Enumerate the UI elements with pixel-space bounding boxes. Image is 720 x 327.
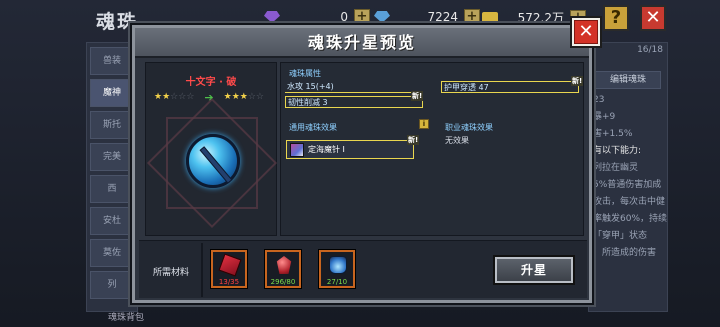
- general-effects-title: 通用魂珠效果: [289, 123, 337, 132]
- attributes-title: 魂珠属性: [289, 69, 321, 78]
- attribute-panel: 魂珠属性 水攻 15(+4) 护甲穿透 47 新! 韧性削减 3 新! 通用魂珠…: [280, 62, 584, 236]
- star-icon: ★: [154, 92, 163, 102]
- blue-crystal-icon: [374, 11, 390, 23]
- left-tab[interactable]: 莫佐: [90, 239, 134, 267]
- red-scroll-icon: [218, 253, 242, 277]
- wand-icon: [199, 146, 233, 184]
- class-effects-title: 职业魂珠效果: [445, 123, 493, 132]
- upgrade-preview-modal: 魂珠升星预览 十文字 · 破 ★ ★ ☆ ☆ ☆ ➔ ★ ★ ★ ☆ ☆ 魂珠属…: [130, 23, 594, 305]
- modal-close-button[interactable]: ✕: [570, 16, 602, 48]
- left-tab-list: 兽装 魔神 斯托 完美 西 安杜 莫佐 列: [86, 42, 138, 312]
- detail-line: 有以下能力:: [593, 146, 642, 156]
- info-badge-icon[interactable]: i: [419, 119, 429, 129]
- skill-icon: [290, 142, 304, 157]
- material-count: 296/80: [270, 278, 296, 286]
- resource-crystals: 7224 +: [374, 9, 480, 25]
- edit-soulbead-button[interactable]: 编辑魂珠: [595, 71, 661, 89]
- detail-line: 攻击，每次击中健: [593, 197, 666, 207]
- add-gems-button[interactable]: +: [354, 9, 370, 25]
- star-bottle-icon: [329, 256, 347, 274]
- divider: [201, 243, 203, 297]
- left-tab[interactable]: 斯托: [90, 111, 134, 139]
- star-icon: ★: [231, 92, 240, 102]
- attr-toughness-reduce: 韧性削减 3: [285, 96, 423, 108]
- attr-water-attack: 水攻 15(+4): [285, 81, 417, 93]
- detail-line: 「穿甲」状态: [593, 231, 648, 241]
- soulbead-bag-label[interactable]: 魂珠背包: [108, 310, 144, 323]
- skill-name: 定海魔针 I: [308, 145, 345, 154]
- star-icon: ★: [239, 92, 248, 102]
- left-tab[interactable]: 列: [90, 271, 134, 299]
- detail-line: 率触发60%，持续2: [593, 214, 667, 224]
- detail-line: 列拉在幽灵: [593, 163, 639, 173]
- soulbead-name: 十文字 · 破: [185, 77, 237, 88]
- left-tab[interactable]: 安杜: [90, 207, 134, 235]
- slot-count: 16/18: [637, 45, 663, 55]
- star-empty-icon: ☆: [178, 92, 187, 102]
- material-count: 13/35: [218, 278, 240, 286]
- star-empty-icon: ☆: [170, 92, 179, 102]
- material-slot[interactable]: 296/80: [264, 249, 302, 289]
- soulbead-orb-icon: [186, 134, 240, 188]
- resource-value: 7224: [427, 10, 458, 24]
- new-tag: 新!: [407, 135, 420, 145]
- star-empty-icon: ☆: [255, 92, 264, 102]
- resource-gold: 572.2万 +: [482, 9, 586, 26]
- screen-close-button[interactable]: ✕: [640, 5, 666, 31]
- red-crystal-icon: [276, 256, 292, 274]
- left-tab[interactable]: 西: [90, 175, 134, 203]
- add-crystals-button[interactable]: +: [464, 9, 480, 25]
- left-tab[interactable]: 魔神: [90, 79, 134, 107]
- right-detail-panel: 16/18 编辑魂珠 23 暴+9 害+1.5% 有以下能力: 列拉在幽灵 5%…: [588, 42, 668, 312]
- new-tag: 新!: [571, 76, 584, 86]
- detail-line: 23: [593, 95, 605, 105]
- class-effects-value: 无效果: [445, 136, 469, 145]
- left-tab[interactable]: 兽装: [90, 47, 134, 75]
- star-icon: ★: [223, 92, 232, 102]
- help-button[interactable]: ?: [603, 5, 629, 31]
- attr-armor-pierce: 护甲穿透 47: [441, 81, 579, 93]
- detail-line: ，所造成的伤害: [593, 248, 657, 258]
- general-effect-skill[interactable]: 定海魔针 I: [286, 140, 414, 159]
- material-count: 27/10: [326, 278, 348, 286]
- materials-bar: 所需材料 13/35 296/80 27/10 升星: [139, 240, 587, 298]
- gold-chest-icon: [482, 11, 498, 24]
- resource-value: 572.2万: [517, 11, 564, 25]
- resource-gems: 0 +: [264, 9, 370, 25]
- modal-title: 魂珠升星预览: [135, 28, 589, 58]
- detail-line: 暴+9: [593, 112, 616, 122]
- new-tag: 新!: [411, 91, 424, 101]
- upgrade-star-button[interactable]: 升星: [493, 255, 575, 285]
- detail-line: 害+1.5%: [593, 129, 633, 139]
- detail-line: 5%普通伤害加成: [593, 180, 662, 190]
- star-empty-icon: ☆: [247, 92, 256, 102]
- star-empty-icon: ☆: [186, 92, 195, 102]
- purple-gem-icon: [264, 11, 280, 23]
- resource-value: 0: [340, 10, 348, 24]
- material-slot[interactable]: 13/35: [210, 249, 248, 289]
- materials-label: 所需材料: [153, 268, 190, 278]
- material-slot[interactable]: 27/10: [318, 249, 356, 289]
- soulbead-item-box: 十文字 · 破 ★ ★ ☆ ☆ ☆ ➔ ★ ★ ★ ☆ ☆: [145, 62, 278, 236]
- left-tab[interactable]: 完美: [90, 143, 134, 171]
- star-icon: ★: [162, 92, 171, 102]
